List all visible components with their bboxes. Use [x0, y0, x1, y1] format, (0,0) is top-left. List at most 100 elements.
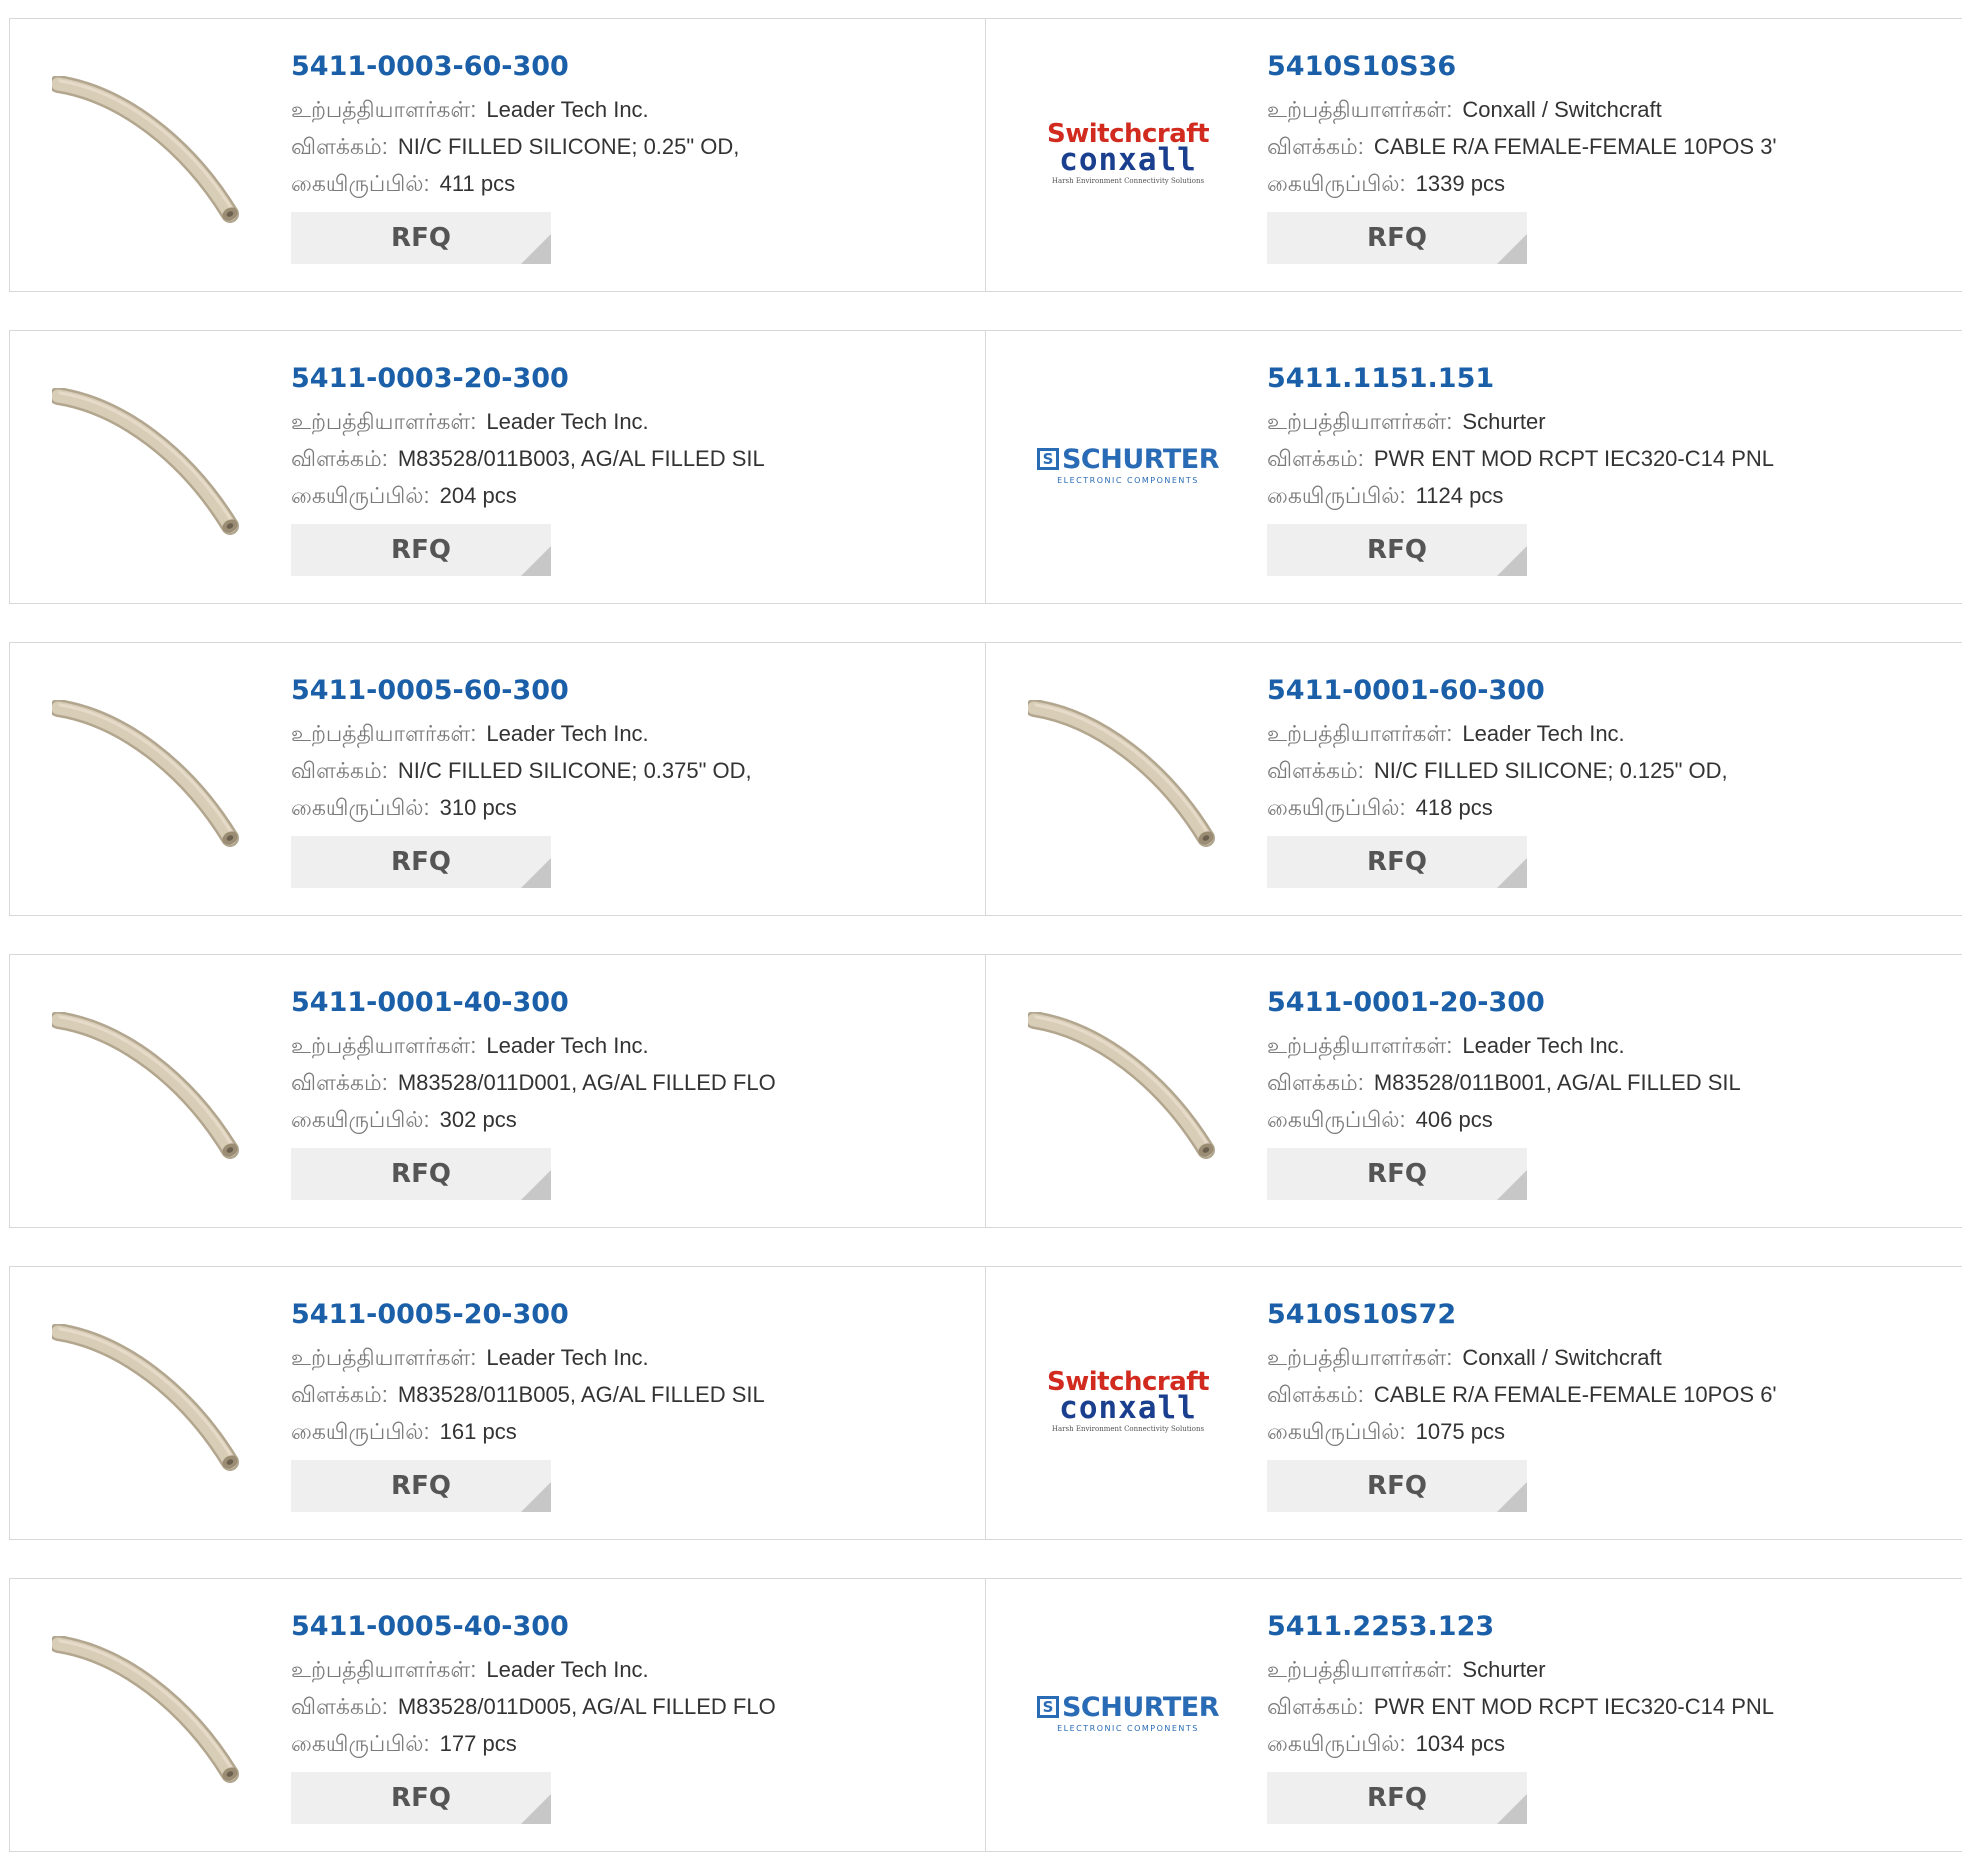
product-info: 5411-0001-60-300 உற்பத்தியாளர்கள்: Leader …: [1267, 673, 1728, 888]
product-thumbnail[interactable]: [1020, 677, 1236, 877]
part-number-link[interactable]: 5411-0005-20-300: [291, 1297, 765, 1333]
rfq-button[interactable]: RFQ: [291, 836, 551, 888]
product-thumbnail[interactable]: [44, 677, 260, 877]
part-number-link[interactable]: 5411-0001-40-300: [291, 985, 776, 1021]
rfq-button[interactable]: RFQ: [1267, 1772, 1527, 1824]
rfq-button[interactable]: RFQ: [1267, 1148, 1527, 1200]
product-card: Switchcraft conxall Harsh Environment Conn…: [986, 19, 1962, 291]
manufacturer-label: உற்பத்தியாளர்கள்:: [1267, 1345, 1453, 1370]
product-info: 5410S10S72 உற்பத்தியாளர்கள்: Conxall / Swi…: [1267, 1297, 1777, 1512]
part-number-link[interactable]: 5411-0005-40-300: [291, 1609, 776, 1645]
description-label: விளக்கம்:: [1267, 1694, 1364, 1719]
product-thumbnail[interactable]: [44, 365, 260, 565]
part-number-link[interactable]: 5411-0003-60-300: [291, 49, 739, 85]
rfq-button[interactable]: RFQ: [291, 1772, 551, 1824]
corner-fold-icon: [521, 234, 551, 264]
product-thumbnail[interactable]: [44, 989, 260, 1189]
product-card: 5411-0005-40-300 உற்பத்தியாளர்கள்: Leader …: [10, 1579, 986, 1851]
product-image-tube[interactable]: [1025, 1011, 1228, 1166]
stock-value: 161 pcs: [439, 1419, 517, 1444]
product-thumbnail[interactable]: S SCHURTER ELECTRONIC COMPONENTS: [1020, 1613, 1236, 1813]
product-thumbnail[interactable]: S SCHURTER ELECTRONIC COMPONENTS: [1020, 365, 1236, 565]
description-label: விளக்கம்:: [1267, 1382, 1364, 1407]
product-image-tube[interactable]: [49, 1323, 252, 1478]
product-image-tube[interactable]: [49, 1011, 252, 1166]
product-thumbnail[interactable]: [44, 1301, 260, 1501]
rfq-button[interactable]: RFQ: [1267, 836, 1527, 888]
stock-label: கையிருப்பில்:: [1267, 483, 1406, 508]
product-thumbnail[interactable]: [1020, 989, 1236, 1189]
rfq-button[interactable]: RFQ: [1267, 1460, 1527, 1512]
part-number-link[interactable]: 5411.1151.151: [1267, 361, 1774, 397]
rfq-label: RFQ: [391, 1159, 451, 1189]
rfq-label: RFQ: [1367, 223, 1427, 253]
manufacturer-line: உற்பத்தியாளர்கள்: Leader Tech Inc.: [291, 91, 739, 128]
description-value: PWR ENT MOD RCPT IEC320-C14 PNL: [1373, 1694, 1775, 1719]
manufacturer-value: Schurter: [1462, 1657, 1546, 1682]
description-value: M83528/011D001, AG/AL FILLED FLO: [397, 1070, 776, 1095]
stock-value: 1339 pcs: [1415, 171, 1505, 196]
rfq-button[interactable]: RFQ: [291, 524, 551, 576]
schurter-tagline: ELECTRONIC COMPONENTS: [1057, 475, 1199, 485]
part-number-link[interactable]: 5411-0001-60-300: [1267, 673, 1728, 709]
rfq-button[interactable]: RFQ: [291, 212, 551, 264]
rfq-button[interactable]: RFQ: [1267, 524, 1527, 576]
product-image-tube[interactable]: [49, 75, 252, 230]
stock-label: கையிருப்பில்:: [291, 1419, 430, 1444]
stock-value: 1034 pcs: [1415, 1731, 1505, 1756]
description-label: விளக்கம்:: [1267, 134, 1364, 159]
description-line: விளக்கம்: M83528/011B003, AG/AL FILLED SI…: [291, 440, 765, 477]
stock-line: கையிருப்பில்: 1339 pcs: [1267, 165, 1777, 202]
rfq-button[interactable]: RFQ: [1267, 212, 1527, 264]
part-number-link[interactable]: 5411-0005-60-300: [291, 673, 752, 709]
rfq-label: RFQ: [391, 1471, 451, 1501]
description-value: NI/C FILLED SILICONE; 0.25" OD,: [397, 134, 740, 159]
stock-label: கையிருப்பில்:: [291, 1107, 430, 1132]
stock-label: கையிருப்பில்:: [291, 1731, 430, 1756]
part-number-link[interactable]: 5411.2253.123: [1267, 1609, 1774, 1645]
manufacturer-label: உற்பத்தியாளர்கள்:: [291, 1657, 477, 1682]
product-thumbnail[interactable]: Switchcraft conxall Harsh Environment Conn…: [1020, 53, 1236, 253]
description-label: விளக்கம்:: [1267, 758, 1364, 783]
product-info: 5411-0005-20-300 உற்பத்தியாளர்கள்: Leader …: [291, 1297, 765, 1512]
product-thumbnail[interactable]: [44, 53, 260, 253]
product-card: 5411-0001-60-300 உற்பத்தியாளர்கள்: Leader …: [986, 643, 1962, 915]
rfq-button[interactable]: RFQ: [291, 1148, 551, 1200]
description-line: விளக்கம்: PWR ENT MOD RCPT IEC320-C14 PNL: [1267, 1688, 1774, 1725]
product-image-tube[interactable]: [49, 699, 252, 854]
conxall-wordmark: conxall: [1059, 1390, 1197, 1426]
product-image-tube[interactable]: [49, 387, 252, 542]
product-row: 5411-0005-20-300 உற்பத்தியாளர்கள்: Leader …: [9, 1266, 1962, 1540]
product-thumbnail[interactable]: [44, 1613, 260, 1813]
schurter-tagline: ELECTRONIC COMPONENTS: [1057, 1723, 1199, 1733]
product-card: Switchcraft conxall Harsh Environment Conn…: [986, 1267, 1962, 1539]
description-label: விளக்கம்:: [291, 758, 388, 783]
schurter-wordmark: SCHURTER: [1061, 443, 1220, 475]
product-row: 5411-0005-40-300 உற்பத்தியாளர்கள்: Leader …: [9, 1578, 1962, 1852]
rfq-label: RFQ: [1367, 1783, 1427, 1813]
description-line: விளக்கம்: M83528/011B005, AG/AL FILLED SI…: [291, 1376, 765, 1413]
manufacturer-label: உற்பத்தியாளர்கள்:: [1267, 721, 1453, 746]
rfq-label: RFQ: [391, 847, 451, 877]
description-value: M83528/011D005, AG/AL FILLED FLO: [397, 1694, 776, 1719]
manufacturer-value: Leader Tech Inc.: [486, 1033, 649, 1058]
manufacturer-label: உற்பத்தியாளர்கள்:: [291, 97, 477, 122]
rfq-label: RFQ: [1367, 1471, 1427, 1501]
switchcraft-logo: Switchcraft conxall Harsh Environment Conn…: [1028, 121, 1228, 185]
part-number-link[interactable]: 5410S10S36: [1267, 49, 1777, 85]
part-number-link[interactable]: 5411-0001-20-300: [1267, 985, 1741, 1021]
schurter-s-mark-icon: S: [1036, 448, 1059, 470]
schurter-s-mark-icon: S: [1036, 1696, 1059, 1718]
part-number-link[interactable]: 5410S10S72: [1267, 1297, 1777, 1333]
rfq-button[interactable]: RFQ: [291, 1460, 551, 1512]
manufacturer-value: Leader Tech Inc.: [486, 721, 649, 746]
product-info: 5411.1151.151 உற்பத்தியாளர்கள்: Schurter வி…: [1267, 361, 1774, 576]
product-thumbnail[interactable]: Switchcraft conxall Harsh Environment Conn…: [1020, 1301, 1236, 1501]
description-value: PWR ENT MOD RCPT IEC320-C14 PNL: [1373, 446, 1775, 471]
product-card: 5411-0003-20-300 உற்பத்தியாளர்கள்: Leader …: [10, 331, 986, 603]
manufacturer-label: உற்பத்தியாளர்கள்:: [1267, 409, 1453, 434]
product-image-tube[interactable]: [1025, 699, 1228, 854]
stock-label: கையிருப்பில்:: [1267, 1419, 1406, 1444]
product-image-tube[interactable]: [49, 1635, 252, 1790]
part-number-link[interactable]: 5411-0003-20-300: [291, 361, 765, 397]
